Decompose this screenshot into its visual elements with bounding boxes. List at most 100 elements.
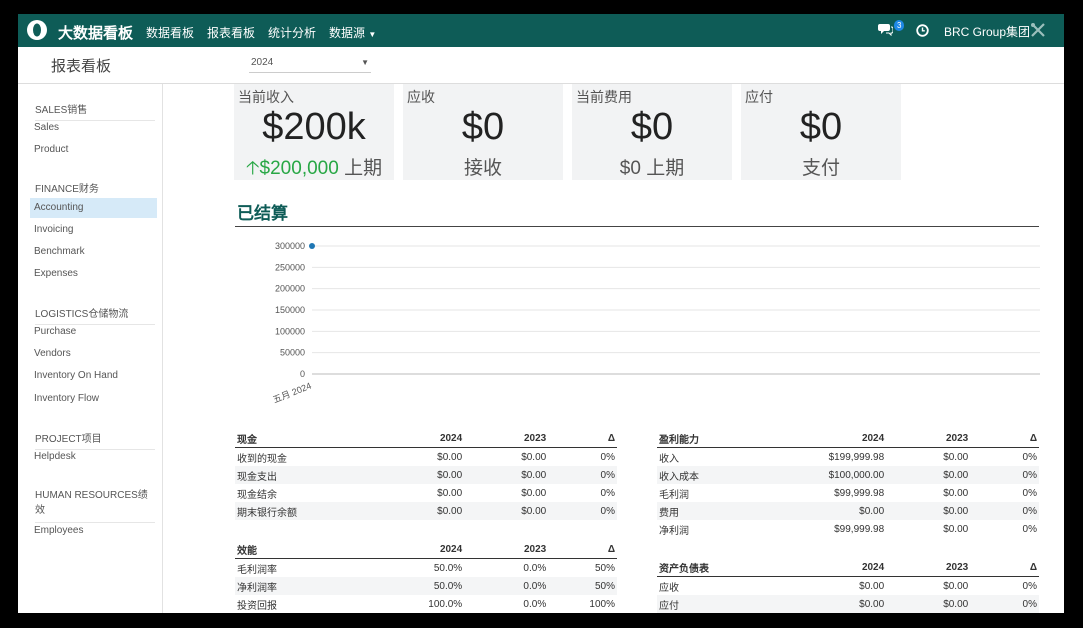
table-header-row: 盈利能力 2024 2023 Δ bbox=[657, 430, 1039, 448]
cell-value: $0.00 bbox=[886, 595, 971, 613]
tools-icon[interactable] bbox=[1030, 22, 1046, 38]
cell-value: $0.00 bbox=[943, 487, 969, 499]
table-row[interactable]: 投资回报 100.0% 0.0% 100% bbox=[235, 595, 617, 613]
sidebar-item-invoicing[interactable]: Invoicing bbox=[30, 220, 157, 240]
kpi-subtitle: 接收 bbox=[463, 158, 502, 179]
table-row[interactable]: 净利润 $99,999.98 $0.00 0% bbox=[657, 520, 1039, 538]
row-label: 收入成本 bbox=[657, 466, 803, 484]
table-title: 现金 bbox=[235, 430, 381, 448]
cell-value: 0% bbox=[600, 487, 615, 499]
nav-report-board[interactable]: 报表看板 bbox=[207, 24, 255, 41]
caret-down-icon: ▼ bbox=[368, 30, 377, 39]
sidebar: SALES销售 Sales Product FINANCE财务 Accounti… bbox=[18, 84, 163, 613]
cell-value: $0.00 bbox=[802, 502, 887, 520]
cell-value: 0% bbox=[600, 451, 615, 463]
table-row[interactable]: 应收 $0.00 $0.00 0% bbox=[657, 577, 1039, 596]
table-row[interactable]: 期末银行余额 $0.00 $0.00 0% bbox=[235, 502, 617, 520]
table-row[interactable]: 毛利润 $99,999.98 $0.00 0% bbox=[657, 484, 1039, 502]
clock-icon[interactable] bbox=[916, 24, 929, 37]
kpi-receivable[interactable]: 应收 $0 接收 bbox=[403, 84, 563, 180]
cell-value: $0.00 bbox=[859, 580, 885, 592]
year-select[interactable]: 2024 ▼ bbox=[249, 54, 371, 73]
cell-value: $0.00 bbox=[380, 502, 465, 520]
data-point[interactable] bbox=[309, 243, 315, 249]
table-row[interactable]: 费用 $0.00 $0.00 0% bbox=[657, 502, 1039, 520]
table-row[interactable]: 毛利润率 50.0% 0.0% 50% bbox=[235, 559, 617, 578]
table-row[interactable]: 收入成本 $100,000.00 $0.00 0% bbox=[657, 466, 1039, 484]
cash-table: 现金 2024 2023 Δ 收到的现金 $0.00 $0.00 0% 现金支出 $0.00 $0.… bbox=[235, 430, 617, 520]
kpi-payable[interactable]: 应付 $0 支付 bbox=[741, 84, 901, 180]
row-label: 净利润率 bbox=[235, 577, 381, 595]
sidebar-item-helpdesk[interactable]: Helpdesk bbox=[30, 447, 157, 467]
app-title[interactable]: 大数据看板 bbox=[58, 22, 133, 43]
chevron-down-icon: ▼ bbox=[361, 58, 369, 67]
kpi-title: 当前费用 bbox=[576, 89, 632, 105]
kpi-subtitle: 支付 bbox=[801, 158, 840, 179]
cell-value: $0.00 bbox=[464, 502, 549, 520]
page-header: 报表看板 2024 ▼ bbox=[18, 47, 1064, 84]
cell-value: $99,999.98 bbox=[834, 523, 885, 535]
y-tick-label: 200000 bbox=[275, 284, 305, 294]
column-header: 2023 bbox=[464, 541, 549, 559]
year-select-value: 2024 bbox=[251, 57, 274, 68]
sidebar-item-benchmark[interactable]: Benchmark bbox=[30, 242, 157, 262]
cell-value: $0.00 bbox=[380, 466, 465, 484]
cell-value: $0.00 bbox=[886, 502, 971, 520]
kpi-title: 应付 bbox=[745, 89, 773, 105]
column-header: 2023 bbox=[886, 559, 971, 577]
nav-dashboard[interactable]: 数据看板 bbox=[146, 24, 194, 41]
app-logo-icon[interactable] bbox=[26, 19, 48, 41]
cell-value: 0.0% bbox=[523, 598, 547, 610]
column-header: 2024 bbox=[380, 541, 465, 559]
sidebar-item-vendors[interactable]: Vendors bbox=[30, 344, 157, 364]
section-divider bbox=[235, 226, 1039, 227]
table-row[interactable]: 应付 $0.00 $0.00 0% bbox=[657, 595, 1039, 613]
company-switcher[interactable]: BRC Group集团 bbox=[944, 23, 1030, 40]
sidebar-item-sales[interactable]: Sales bbox=[30, 118, 157, 138]
sidebar-item-inventory-on-hand[interactable]: Inventory On Hand bbox=[30, 366, 157, 386]
y-tick-label: 300000 bbox=[275, 241, 305, 251]
kpi-current-expenses[interactable]: 当前费用 $0 $0 上期 bbox=[572, 84, 732, 180]
column-header: 2024 bbox=[802, 430, 887, 448]
table-title: 效能 bbox=[235, 541, 381, 559]
table-row[interactable]: 现金支出 $0.00 $0.00 0% bbox=[235, 466, 617, 484]
sidebar-item-purchase[interactable]: Purchase bbox=[30, 322, 157, 342]
table-title: 盈利能力 bbox=[657, 430, 803, 448]
kpi-value: $0 bbox=[461, 106, 505, 148]
cell-value: $199,999.98 bbox=[828, 451, 885, 463]
cell-value: 0.0% bbox=[523, 562, 547, 574]
cell-value: 0% bbox=[970, 502, 1039, 520]
message-count-badge: 3 bbox=[894, 20, 905, 31]
nav-statistics[interactable]: 统计分析 bbox=[268, 24, 316, 41]
table-row[interactable]: 现金结余 $0.00 $0.00 0% bbox=[235, 484, 617, 502]
row-label: 应付 bbox=[657, 595, 803, 613]
top-navbar: 大数据看板 数据看板 报表看板 统计分析 数据源 ▼ 3 BRC Group集团 bbox=[18, 14, 1064, 47]
sidebar-item-accounting[interactable]: Accounting bbox=[30, 198, 157, 218]
profitability-table: 盈利能力 2024 2023 Δ 收入 $199,999.98 $0.00 0% 收入成本 $10… bbox=[657, 430, 1039, 538]
row-label: 毛利润率 bbox=[237, 564, 277, 576]
cell-value: $99,999.98 bbox=[834, 487, 885, 499]
column-header: 2024 bbox=[380, 430, 465, 448]
row-label: 现金结余 bbox=[237, 489, 277, 501]
sidebar-item-product[interactable]: Product bbox=[30, 140, 157, 160]
table-row[interactable]: 收入 $199,999.98 $0.00 0% bbox=[657, 448, 1039, 467]
column-header: 2024 bbox=[802, 559, 887, 577]
cell-value: 0% bbox=[970, 595, 1039, 613]
nav-datasource[interactable]: 数据源 ▼ bbox=[329, 24, 376, 41]
table-header-row: 资产负债表 2024 2023 Δ bbox=[657, 559, 1039, 577]
sidebar-item-employees[interactable]: Employees bbox=[30, 521, 157, 541]
row-label: 现金支出 bbox=[235, 466, 381, 484]
cell-value: $0.00 bbox=[437, 451, 463, 463]
sidebar-item-inventory-flow[interactable]: Inventory Flow bbox=[30, 389, 157, 409]
cell-value: 0% bbox=[548, 502, 617, 520]
row-label: 期末银行余额 bbox=[235, 502, 381, 520]
messages-button[interactable]: 3 bbox=[878, 20, 905, 39]
kpi-current-revenue[interactable]: 当前收入 $200k 🡡$200,000 上期 bbox=[234, 84, 394, 180]
column-header: Δ bbox=[548, 541, 617, 559]
table-row[interactable]: 净利润率 50.0% 0.0% 50% bbox=[235, 577, 617, 595]
cell-value: 50.0% bbox=[433, 562, 463, 574]
sidebar-item-expenses[interactable]: Expenses bbox=[30, 264, 157, 284]
table-row[interactable]: 收到的现金 $0.00 $0.00 0% bbox=[235, 448, 617, 467]
column-header: Δ bbox=[970, 430, 1039, 448]
cell-value: 0% bbox=[1022, 580, 1037, 592]
